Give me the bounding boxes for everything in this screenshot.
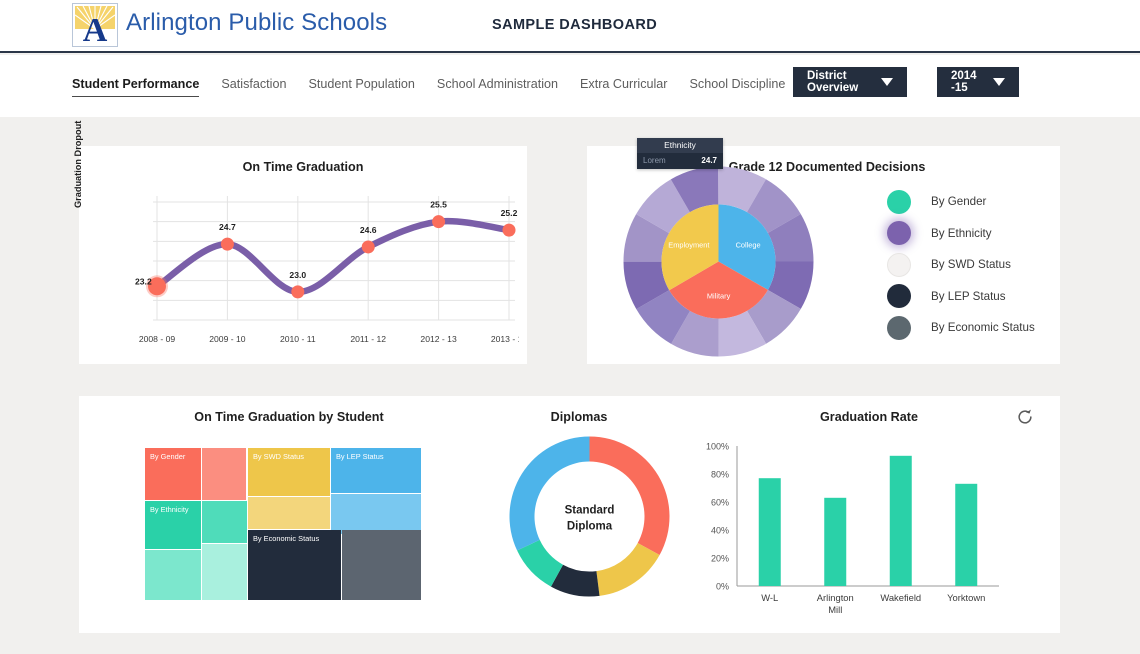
nav-bar: Student Performance Satisfaction Student… [0, 55, 1140, 117]
svg-text:2008 - 09: 2008 - 09 [139, 334, 176, 344]
treemap-cell[interactable] [331, 494, 421, 534]
legend-label-economic: By Economic Status [931, 321, 1035, 335]
arlington-a-logo: A [72, 3, 118, 47]
tab-student-population[interactable]: Student Population [308, 77, 414, 96]
page-title: SAMPLE DASHBOARD [492, 17, 658, 33]
svg-text:40%: 40% [711, 526, 729, 536]
svg-text:2011 - 12: 2011 - 12 [350, 334, 386, 344]
treemap-cell[interactable]: By Gender [145, 448, 201, 500]
card-title-diplomas: Diplomas [550, 410, 608, 424]
treemap-cell[interactable] [248, 497, 330, 529]
tooltip-key: Lorem [643, 156, 666, 165]
svg-text:0%: 0% [716, 582, 729, 592]
treemap-cell-label: By Economic Status [253, 534, 320, 543]
legend-swatch-gender [887, 189, 911, 214]
card-bottom-row: On Time Graduation by Student By Gender B… [79, 396, 1060, 633]
legend-item-by-economic-status[interactable]: By Economic Status [887, 312, 1035, 344]
treemap-cell[interactable]: By SWD Status [248, 448, 330, 496]
svg-text:2009 - 10: 2009 - 10 [209, 334, 246, 344]
svg-text:100%: 100% [706, 442, 729, 452]
treemap-cell[interactable]: By Ethnicity [145, 501, 201, 549]
tooltip-value: 24.7 [701, 156, 717, 165]
card-title-graduation-rate: Graduation Rate [820, 410, 918, 424]
tooltip-body: Lorem 24.7 [637, 153, 723, 169]
card-on-time-graduation: On Time Graduation Graduation Dropout 23… [73, 121, 527, 364]
legend-item-by-swd-status[interactable]: By SWD Status [887, 249, 1035, 281]
treemap-cell[interactable] [342, 530, 421, 600]
svg-text:2013 - 14: 2013 - 14 [491, 334, 519, 344]
legend-label-gender: By Gender [931, 195, 987, 209]
legend-item-by-gender[interactable]: By Gender [887, 186, 1035, 218]
svg-text:Yorktown: Yorktown [947, 592, 985, 603]
tab-extra-curricular[interactable]: Extra Curricular [580, 77, 667, 96]
sunburst-chart[interactable]: College Military Employment [621, 164, 816, 359]
treemap-cell-label: By LEP Status [336, 452, 384, 461]
legend-label-lep: By LEP Status [931, 289, 1006, 303]
treemap-cell[interactable] [202, 448, 246, 500]
svg-text:Diploma: Diploma [567, 521, 613, 533]
donut-chart[interactable]: Standard Diploma [507, 434, 672, 599]
svg-text:Mill: Mill [828, 604, 842, 615]
year-dropdown[interactable]: 2014 -15 [937, 67, 1019, 97]
tab-student-performance[interactable]: Student Performance [72, 77, 200, 97]
refresh-icon[interactable] [1016, 408, 1034, 431]
line-chart[interactable]: 23.2 24.7 23.0 24.6 25.5 25.2 2008 - 09 2009 - … [109, 180, 519, 360]
svg-text:Military: Military [707, 292, 731, 301]
svg-text:Employment: Employment [668, 240, 709, 249]
svg-text:23.2: 23.2 [135, 276, 152, 286]
tab-school-discipline[interactable]: School Discipline [690, 77, 786, 96]
legend-swatch-lep [887, 284, 911, 309]
legend-label-ethnicity: By Ethnicity [931, 226, 992, 240]
svg-text:80%: 80% [711, 470, 729, 480]
svg-text:2012 - 13: 2012 - 13 [420, 334, 457, 344]
treemap-cell[interactable]: By LEP Status [331, 448, 421, 493]
svg-text:Arlington: Arlington [817, 592, 854, 603]
card-grade12-decisions: Grade 12 Documented Decisions College Mil… [587, 146, 1060, 364]
treemap-chart[interactable]: By Gender By Ethnicity By SWD Status By LEP… [145, 448, 421, 600]
treemap-cell-label: By SWD Status [253, 452, 304, 461]
svg-text:25.5: 25.5 [430, 200, 447, 210]
legend-swatch-economic [887, 315, 911, 340]
tooltip-header: Ethnicity [637, 138, 723, 153]
legend-label-swd: By SWD Status [931, 258, 1011, 272]
treemap-cell[interactable]: By Economic Status [248, 530, 341, 600]
treemap-cell[interactable] [202, 544, 247, 600]
tab-satisfaction[interactable]: Satisfaction [221, 77, 286, 96]
svg-text:60%: 60% [711, 498, 729, 508]
line-chart-y-axis-label: Graduation Dropout [73, 120, 83, 208]
svg-text:24.6: 24.6 [360, 225, 377, 235]
district-dropdown[interactable]: District Overview [793, 67, 907, 97]
svg-text:24.7: 24.7 [219, 222, 236, 232]
chevron-down-icon [881, 78, 893, 86]
legend-swatch-swd [887, 252, 911, 277]
bar-chart[interactable]: 0% 20% 40% 60% 80% 100% W-L ArlingtonMill Wakefi… [689, 438, 1029, 618]
svg-text:25.2: 25.2 [501, 208, 518, 218]
page-header: A Arlington Public Schools SAMPLE DASHBO… [0, 0, 1140, 53]
treemap-cell-label: By Gender [150, 452, 186, 461]
svg-text:20%: 20% [711, 554, 729, 564]
svg-text:23.0: 23.0 [289, 270, 306, 280]
svg-text:Wakefield: Wakefield [880, 592, 921, 603]
legend-swatch-ethnicity [887, 221, 911, 246]
svg-text:2010 - 11: 2010 - 11 [280, 334, 316, 344]
year-dropdown-label: 2014 -15 [951, 70, 977, 94]
card-title-on-time-graduation: On Time Graduation [242, 160, 364, 174]
nav-tab-list: Student Performance Satisfaction Student… [72, 77, 807, 97]
treemap-cell-label: By Ethnicity [150, 505, 189, 514]
sunburst-tooltip: Ethnicity Lorem 24.7 [637, 138, 723, 169]
svg-text:College: College [736, 240, 761, 249]
decision-legend: By Gender By Ethnicity By SWD Status By … [887, 186, 1035, 344]
svg-text:Standard: Standard [565, 505, 615, 517]
treemap-cell[interactable] [145, 550, 201, 600]
dashboard-page: A Arlington Public Schools SAMPLE DASHBO… [0, 0, 1140, 654]
chevron-down-icon [993, 78, 1005, 86]
district-dropdown-label: District Overview [807, 70, 859, 94]
legend-item-by-lep-status[interactable]: By LEP Status [887, 281, 1035, 313]
treemap-cell[interactable] [202, 501, 247, 543]
svg-text:W-L: W-L [761, 592, 778, 603]
brand-title: Arlington Public Schools [126, 9, 388, 36]
svg-text:A: A [83, 12, 108, 44]
legend-item-by-ethnicity[interactable]: By Ethnicity [887, 218, 1035, 250]
tab-school-administration[interactable]: School Administration [437, 77, 558, 96]
